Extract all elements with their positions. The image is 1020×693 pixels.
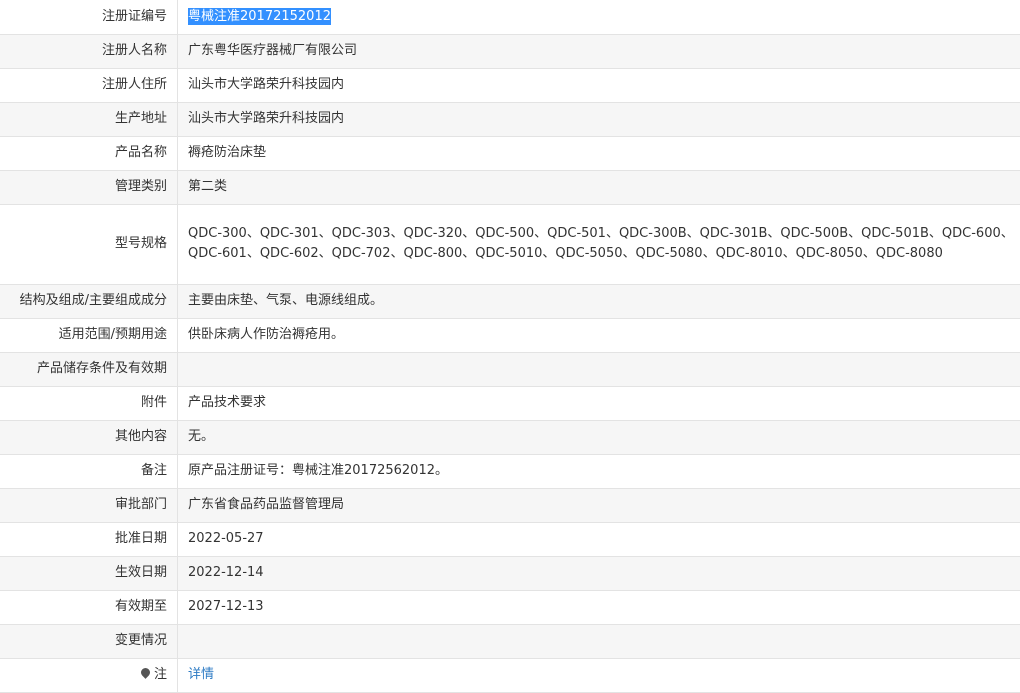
table-row: 结构及组成/主要组成成分 主要由床垫、气泵、电源线组成。 xyxy=(0,284,1020,318)
table-row: 审批部门 广东省食品药品监督管理局 xyxy=(0,488,1020,522)
row-value-note: 详情 xyxy=(178,658,1020,692)
table-row: 管理类别 第二类 xyxy=(0,170,1020,204)
note-label-text: 注 xyxy=(154,667,167,682)
row-label-expiry-date: 有效期至 xyxy=(0,590,178,624)
row-label-management-category: 管理类别 xyxy=(0,170,178,204)
table-row: 注 详情 xyxy=(0,658,1020,692)
row-value-effective-date: 2022-12-14 xyxy=(178,556,1020,590)
row-value-product-name: 褥疮防治床垫 xyxy=(178,136,1020,170)
row-value-attachment: 产品技术要求 xyxy=(178,386,1020,420)
row-value-change-history xyxy=(178,624,1020,658)
table-row: 其他内容 无。 xyxy=(0,420,1020,454)
row-value-approval-department: 广东省食品药品监督管理局 xyxy=(178,488,1020,522)
table-row: 产品储存条件及有效期 xyxy=(0,352,1020,386)
row-label-production-address: 生产地址 xyxy=(0,102,178,136)
row-value-storage-conditions xyxy=(178,352,1020,386)
row-label-note: 注 xyxy=(0,658,178,692)
table-row: 注册人名称 广东粤华医疗器械厂有限公司 xyxy=(0,34,1020,68)
row-label-registrant-address: 注册人住所 xyxy=(0,68,178,102)
row-value-approval-date: 2022-05-27 xyxy=(178,522,1020,556)
row-label-structure: 结构及组成/主要组成成分 xyxy=(0,284,178,318)
selected-text[interactable]: 粤械注准20172152012 xyxy=(188,8,331,25)
pin-icon xyxy=(139,666,152,679)
table-row: 有效期至 2027-12-13 xyxy=(0,590,1020,624)
row-label-intended-use: 适用范围/预期用途 xyxy=(0,318,178,352)
row-value-model-spec: QDC-300、QDC-301、QDC-303、QDC-320、QDC-500、… xyxy=(178,204,1020,284)
row-value-structure: 主要由床垫、气泵、电源线组成。 xyxy=(178,284,1020,318)
row-label-approval-department: 审批部门 xyxy=(0,488,178,522)
row-value-expiry-date: 2027-12-13 xyxy=(178,590,1020,624)
table-row: 变更情况 xyxy=(0,624,1020,658)
table-row: 适用范围/预期用途 供卧床病人作防治褥疮用。 xyxy=(0,318,1020,352)
table-row: 型号规格 QDC-300、QDC-301、QDC-303、QDC-320、QDC… xyxy=(0,204,1020,284)
row-value-registrant-address: 汕头市大学路荣升科技园内 xyxy=(178,68,1020,102)
row-value-registrant-name: 广东粤华医疗器械厂有限公司 xyxy=(178,34,1020,68)
row-label-remarks: 备注 xyxy=(0,454,178,488)
table-row: 附件 产品技术要求 xyxy=(0,386,1020,420)
row-label-change-history: 变更情况 xyxy=(0,624,178,658)
row-label-registration-number: 注册证编号 xyxy=(0,0,178,34)
row-label-storage-conditions: 产品储存条件及有效期 xyxy=(0,352,178,386)
table-row: 产品名称 褥疮防治床垫 xyxy=(0,136,1020,170)
row-label-other-content: 其他内容 xyxy=(0,420,178,454)
row-label-registrant-name: 注册人名称 xyxy=(0,34,178,68)
row-label-approval-date: 批准日期 xyxy=(0,522,178,556)
table-row: 注册证编号 粤械注准20172152012 xyxy=(0,0,1020,34)
row-label-model-spec: 型号规格 xyxy=(0,204,178,284)
table-row: 备注 原产品注册证号：粤械注准20172562012。 xyxy=(0,454,1020,488)
table-row: 批准日期 2022-05-27 xyxy=(0,522,1020,556)
row-value-remarks: 原产品注册证号：粤械注准20172562012。 xyxy=(178,454,1020,488)
registration-detail-table: 注册证编号 粤械注准20172152012 注册人名称 广东粤华医疗器械厂有限公… xyxy=(0,0,1020,693)
details-link[interactable]: 详情 xyxy=(188,667,214,682)
row-value-other-content: 无。 xyxy=(178,420,1020,454)
table-row: 生产地址 汕头市大学路荣升科技园内 xyxy=(0,102,1020,136)
row-value-management-category: 第二类 xyxy=(178,170,1020,204)
row-value-intended-use: 供卧床病人作防治褥疮用。 xyxy=(178,318,1020,352)
table-row: 生效日期 2022-12-14 xyxy=(0,556,1020,590)
row-label-product-name: 产品名称 xyxy=(0,136,178,170)
row-value-production-address: 汕头市大学路荣升科技园内 xyxy=(178,102,1020,136)
row-value-registration-number[interactable]: 粤械注准20172152012 xyxy=(178,0,1020,34)
row-label-attachment: 附件 xyxy=(0,386,178,420)
table-row: 注册人住所 汕头市大学路荣升科技园内 xyxy=(0,68,1020,102)
row-label-effective-date: 生效日期 xyxy=(0,556,178,590)
